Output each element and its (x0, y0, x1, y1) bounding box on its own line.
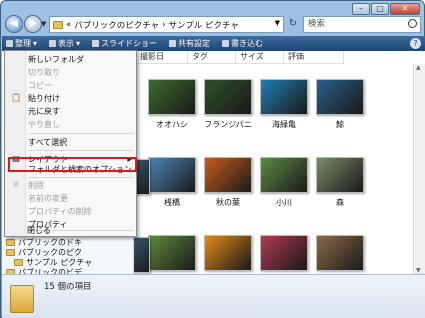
organize-button[interactable]: 整理 ▾ (6, 38, 37, 49)
slideshow-icon (92, 40, 100, 47)
chevron-down-icon: ▾ (76, 39, 81, 48)
views-button[interactable]: 表示 ▾ (49, 38, 80, 49)
column-headers: 撮影日 タグ サイズ 評価 (136, 51, 344, 64)
menu-close[interactable]: 閉じる (25, 225, 135, 236)
menu-separator (28, 150, 134, 151)
menu-separator (28, 177, 134, 178)
thumbnail-image[interactable] (316, 157, 364, 193)
minimize-button[interactable]: – (352, 3, 370, 15)
back-button[interactable]: ◀ (5, 15, 23, 33)
refresh-icon[interactable]: ↻ (286, 17, 300, 31)
views-label: 表示 (58, 39, 75, 48)
forward-button[interactable]: ▶ (24, 15, 42, 33)
thumbnail-image[interactable] (148, 157, 196, 193)
folder-icon (53, 20, 63, 29)
folder-icon (14, 259, 23, 266)
menu-select-all[interactable]: すべて選択 (26, 137, 136, 148)
column-tags[interactable]: タグ (188, 51, 236, 63)
thumbnail-label[interactable]: 桟橋 (142, 197, 202, 208)
column-rating[interactable]: 評価 (284, 51, 344, 63)
explorer-window: – □ ✕ ◀ ▶ ▼ « パブリックのピクチャ › サンプル ピクチャ ▼ ↻… (0, 0, 425, 318)
breadcrumb-separator[interactable]: › (162, 20, 165, 30)
delete-icon: ✕ (12, 180, 20, 189)
navigation-pane: パブリックのドキ パブリックのピク サンプル ピクチャ パブリックのビデ (2, 235, 134, 277)
address-dropdown-icon[interactable]: ▼ (275, 19, 280, 27)
menu-delete[interactable]: 削除 (26, 180, 136, 191)
address-prefix[interactable]: « (66, 20, 71, 30)
maximize-button[interactable]: □ (371, 3, 389, 15)
thumbnail-image[interactable] (148, 79, 196, 115)
chevron-down-icon: ▾ (33, 39, 38, 48)
menu-separator (28, 133, 134, 134)
burn-label: 書き込む (231, 39, 264, 48)
command-bar: 整理 ▾ 表示 ▾ スライドショー 共有設定 書き込む ? (2, 36, 425, 51)
share-button[interactable]: 共有設定 (169, 38, 210, 49)
thumbnail-label[interactable]: 小川 (254, 197, 314, 208)
thumbnail-image[interactable] (260, 157, 308, 193)
menu-rename[interactable]: 名前の変更 (26, 193, 136, 204)
column-date-taken[interactable]: 撮影日 (136, 51, 188, 63)
menu-undo[interactable]: 元に戻す (26, 106, 136, 117)
thumbnail-label[interactable]: 秋の葉 (198, 197, 258, 208)
organize-icon (6, 40, 13, 47)
help-icon[interactable]: ? (410, 38, 421, 49)
thumbnail-image[interactable] (260, 79, 308, 115)
vertical-scrollbar[interactable]: ▲ ▼ (413, 64, 425, 274)
thumbnail-label[interactable]: オオハシ (142, 119, 202, 130)
highlight-box (8, 157, 137, 172)
paste-icon: 📋 (11, 93, 21, 102)
search-input[interactable]: 検索 (303, 16, 421, 33)
caption-buttons: – □ ✕ (352, 3, 420, 15)
menu-copy[interactable]: コピー (26, 80, 136, 91)
organize-label: 整理 (15, 39, 31, 48)
thumbnail-image[interactable] (204, 235, 252, 271)
address-row: ◀ ▶ ▼ « パブリックのピクチャ › サンプル ピクチャ ▼ ↻ 検索 (3, 15, 424, 35)
menu-redo[interactable]: やり直し (26, 119, 136, 130)
details-pane: 15 個の項目 (2, 274, 425, 318)
recent-pages-arrow-icon[interactable]: ▼ (41, 20, 46, 28)
slideshow-label: スライドショー (101, 39, 158, 48)
menu-new-folder[interactable]: 新しいフォルダ (26, 54, 136, 65)
share-label: 共有設定 (178, 39, 211, 48)
share-icon (169, 40, 177, 47)
views-icon (49, 40, 57, 47)
thumbnail-image[interactable] (204, 157, 252, 193)
column-size[interactable]: サイズ (236, 51, 284, 63)
organize-menu: 新しいフォルダ 切り取り コピー 📋 貼り付け 元に戻す やり直し すべて選択 … (4, 50, 137, 237)
thumbnail-image[interactable] (260, 235, 308, 271)
breadcrumb-public-pictures[interactable]: パブリックのピクチャ (74, 19, 159, 31)
thumbnail-image[interactable] (316, 79, 364, 115)
thumbnail-image[interactable] (148, 235, 196, 271)
close-button[interactable]: ✕ (390, 3, 420, 15)
menu-remove-properties[interactable]: プロパティの削除 (26, 206, 136, 217)
search-placeholder: 検索 (308, 19, 326, 29)
search-icon[interactable] (408, 19, 417, 28)
burn-button[interactable]: 書き込む (222, 38, 263, 49)
item-count: 15 個の項目 (44, 282, 92, 292)
thumbnail-image[interactable] (316, 235, 364, 271)
scroll-down-icon[interactable]: ▼ (416, 267, 421, 274)
thumbnail-label[interactable]: 海緑亀 (254, 119, 314, 130)
scroll-up-icon[interactable]: ▲ (416, 64, 421, 71)
menu-gutter (5, 51, 26, 236)
folder-icon (6, 239, 15, 246)
menu-cut[interactable]: 切り取り (26, 67, 136, 78)
menu-paste[interactable]: 貼り付け (26, 93, 136, 104)
thumbnail-image[interactable] (204, 79, 252, 115)
slideshow-button[interactable]: スライドショー (92, 38, 157, 49)
burn-disc-icon (222, 40, 230, 47)
thumbnail-label[interactable]: フランジパニ (198, 119, 258, 130)
folder-icon (6, 249, 15, 256)
thumbnail-label[interactable]: 森 (310, 197, 370, 208)
address-bar[interactable]: « パブリックのピクチャ › サンプル ピクチャ ▼ (49, 16, 284, 33)
thumbnail-label[interactable]: 鯨 (310, 119, 370, 130)
folder-icon (10, 285, 34, 313)
breadcrumb-sample-pictures[interactable]: サンプル ピクチャ (169, 19, 239, 31)
